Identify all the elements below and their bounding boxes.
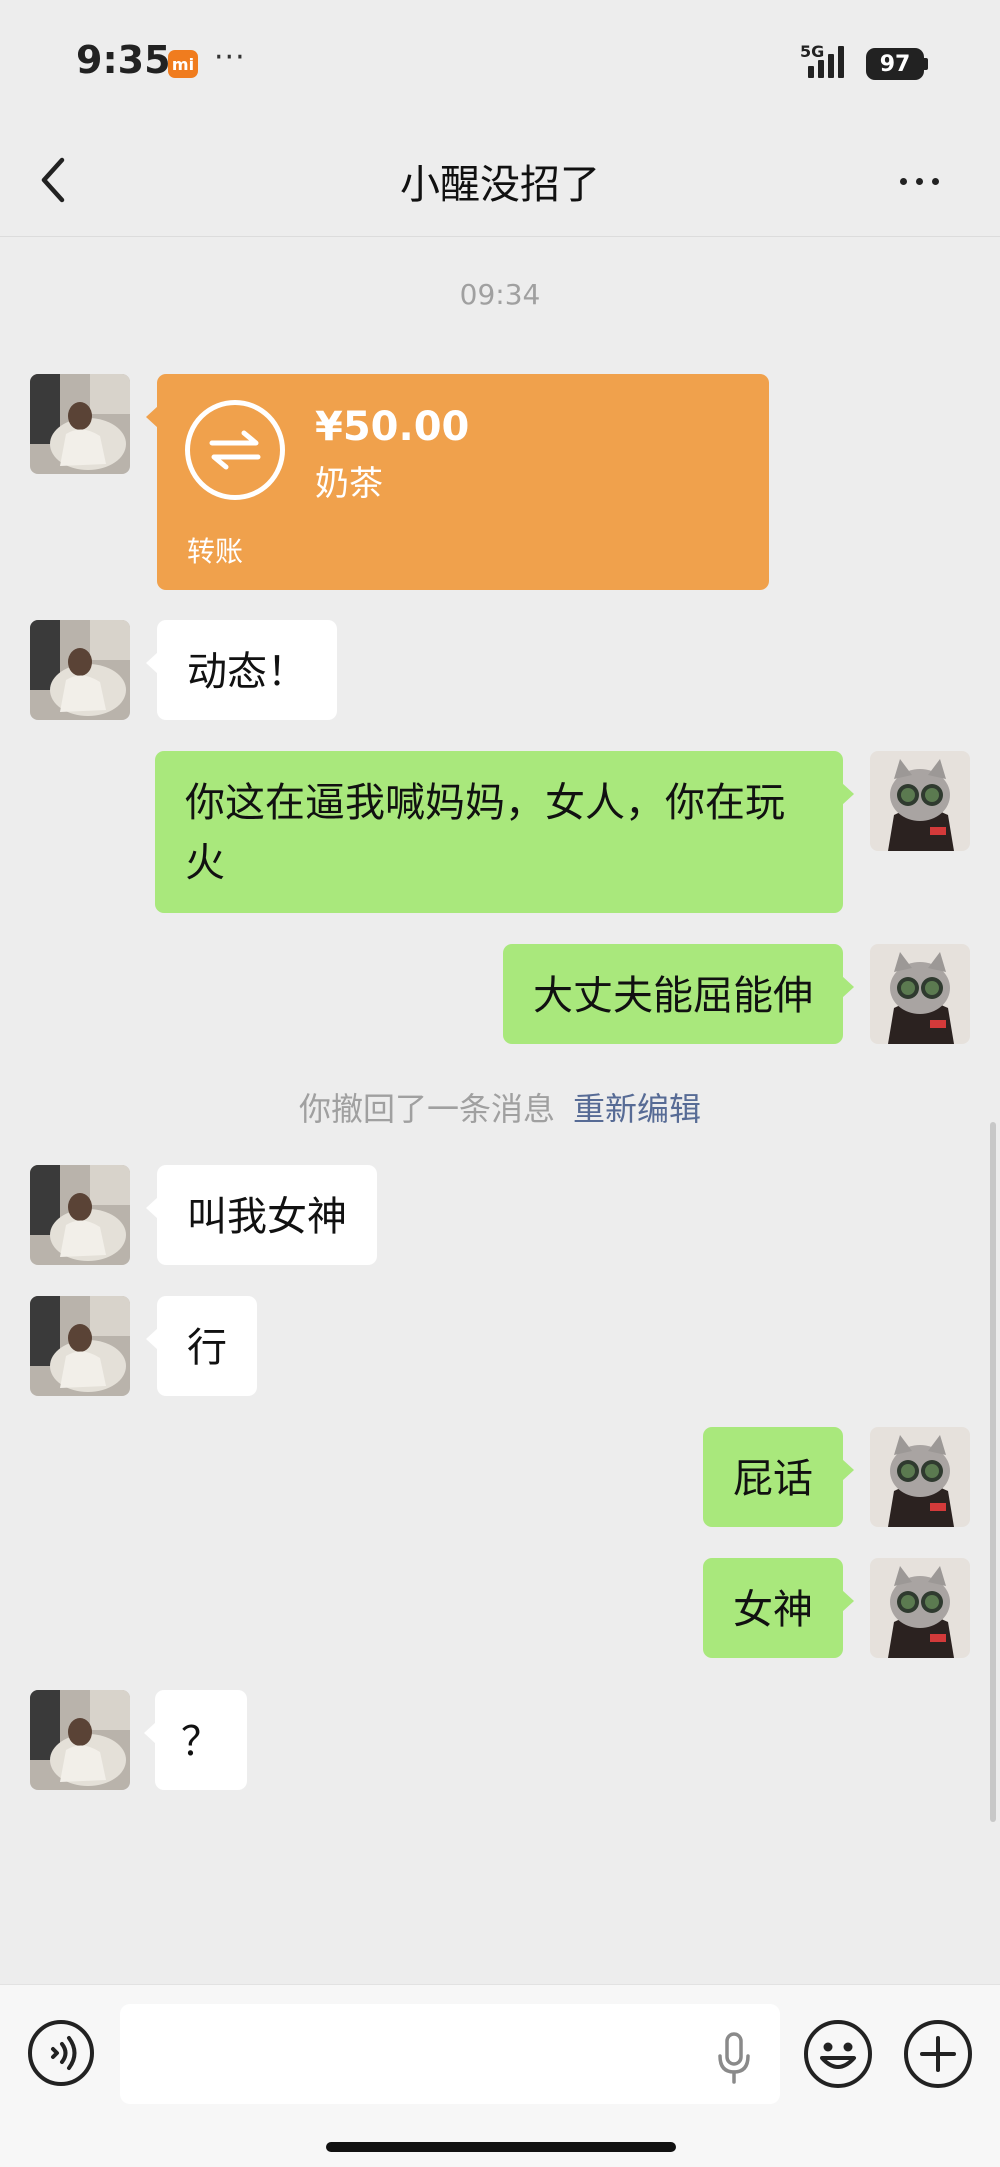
bubble-tail bbox=[842, 783, 854, 805]
message-bubble-sent[interactable]: 屁话 bbox=[703, 1427, 854, 1527]
transfer-note: 奶茶 bbox=[315, 464, 383, 504]
chat-scrollbar[interactable] bbox=[990, 1122, 996, 1822]
re-edit-link[interactable]: 重新编辑 bbox=[573, 1090, 701, 1128]
message-bubble-sent[interactable]: 女神 bbox=[703, 1558, 854, 1658]
contact-avatar[interactable] bbox=[30, 620, 130, 720]
battery-icon: 97 bbox=[866, 48, 924, 80]
message-timestamp: 09:34 bbox=[459, 278, 541, 311]
battery-cap bbox=[924, 58, 928, 70]
more-dot bbox=[916, 177, 923, 185]
recall-text: 你撤回了一条消息 bbox=[298, 1090, 555, 1128]
message-bubble-received[interactable]: ？ bbox=[144, 1690, 247, 1790]
emoji-icon bbox=[804, 2020, 872, 2088]
contact-avatar[interactable] bbox=[30, 1296, 130, 1396]
status-time: 9:35 bbox=[76, 38, 171, 82]
signal-icon bbox=[808, 46, 844, 78]
message-text: 行 bbox=[187, 1325, 227, 1371]
my-avatar[interactable] bbox=[870, 1558, 970, 1658]
bubble-tail bbox=[146, 652, 158, 674]
message-bubble-received[interactable]: 动态！ bbox=[146, 620, 337, 720]
my-avatar[interactable] bbox=[870, 1427, 970, 1527]
transfer-card[interactable]: ¥50.00 奶茶 转账 bbox=[146, 374, 769, 590]
bubble-tail bbox=[144, 1722, 156, 1744]
bubble-tail bbox=[842, 1590, 854, 1612]
message-input[interactable] bbox=[120, 2004, 780, 2104]
bubble-tail bbox=[842, 1459, 854, 1481]
transfer-amount: ¥50.00 bbox=[315, 404, 470, 450]
contact-avatar-image bbox=[30, 1296, 130, 1396]
more-dot bbox=[932, 177, 939, 185]
bubble-tail bbox=[146, 1197, 158, 1219]
message-text: 女神 bbox=[733, 1587, 813, 1633]
more-dot bbox=[900, 177, 907, 185]
mi-notification-icon: mi bbox=[168, 50, 198, 78]
message-bubble-received[interactable]: 行 bbox=[146, 1296, 257, 1396]
header-divider bbox=[0, 236, 1000, 237]
transfer-arrows-icon bbox=[185, 400, 285, 500]
bubble-tail bbox=[146, 406, 158, 428]
message-bubble-received[interactable]: 叫我女神 bbox=[146, 1165, 377, 1265]
more-options-button[interactable] bbox=[900, 166, 956, 196]
voice-mode-icon bbox=[28, 2020, 94, 2086]
my-avatar[interactable] bbox=[870, 751, 970, 851]
microphone-icon bbox=[718, 2032, 750, 2084]
message-text: 叫我女神 bbox=[187, 1194, 347, 1240]
message-text: 动态！ bbox=[187, 649, 307, 695]
emoji-button[interactable] bbox=[802, 2018, 874, 2090]
message-text: 大丈夫能屈能伸 bbox=[533, 973, 813, 1019]
more-actions-button[interactable] bbox=[902, 2018, 974, 2090]
contact-avatar-image bbox=[30, 374, 130, 474]
voice-mode-button[interactable] bbox=[26, 2018, 96, 2088]
home-indicator[interactable] bbox=[326, 2142, 676, 2152]
contact-avatar[interactable] bbox=[30, 1165, 130, 1265]
recall-notice: 你撤回了一条消息 重新编辑 bbox=[0, 1084, 1000, 1130]
my-avatar-image bbox=[870, 1558, 970, 1658]
my-avatar-image bbox=[870, 944, 970, 1044]
plus-circle-icon bbox=[904, 2020, 972, 2088]
transfer-label: 转账 bbox=[187, 535, 244, 568]
chat-title: 小醒没招了 bbox=[400, 162, 600, 208]
message-text: 屁话 bbox=[733, 1456, 813, 1502]
contact-avatar-image bbox=[30, 1690, 130, 1790]
contact-avatar[interactable] bbox=[30, 374, 130, 474]
message-bubble-sent[interactable]: 你这在逼我喊妈妈，女人，你在玩火 bbox=[155, 751, 854, 913]
my-avatar[interactable] bbox=[870, 944, 970, 1044]
my-avatar-image bbox=[870, 1427, 970, 1527]
more-notifications-icon: ··· bbox=[214, 40, 246, 75]
message-text: 你这在逼我喊妈妈，女人，你在玩火 bbox=[185, 780, 785, 886]
message-bubble-sent[interactable]: 大丈夫能屈能伸 bbox=[503, 944, 854, 1044]
contact-avatar-image bbox=[30, 620, 130, 720]
bubble-tail bbox=[146, 1328, 158, 1350]
bubble-tail bbox=[842, 976, 854, 998]
contact-avatar-image bbox=[30, 1165, 130, 1265]
my-avatar-image bbox=[870, 751, 970, 851]
microphone-button[interactable] bbox=[714, 2030, 754, 2086]
contact-avatar[interactable] bbox=[30, 1690, 130, 1790]
message-text: ？ bbox=[181, 1719, 221, 1765]
